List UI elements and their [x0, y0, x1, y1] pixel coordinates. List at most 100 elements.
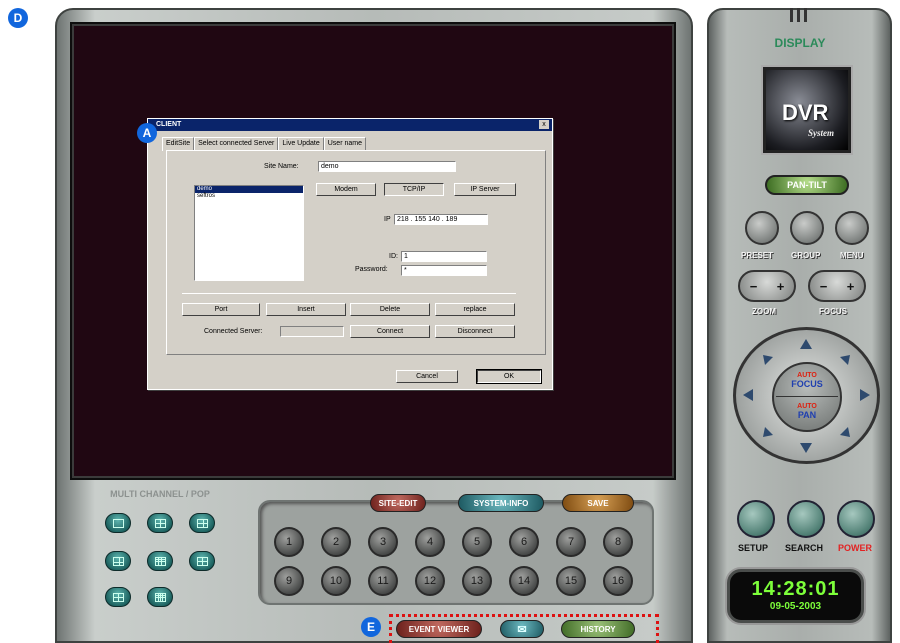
arrow-up-icon[interactable]: [800, 339, 812, 349]
logo-main-text: DVR: [782, 100, 829, 125]
tab-user-name[interactable]: User name: [323, 137, 366, 151]
pan-tilt-button[interactable]: PAN-TILT: [765, 175, 849, 195]
disconnect-button[interactable]: Disconnect: [435, 325, 515, 338]
auto-focus-button[interactable]: AUTO FOCUS: [777, 372, 837, 389]
clock-display: 14:28:01 09-05-2003: [727, 569, 864, 623]
channel-1-button[interactable]: 1: [274, 527, 304, 557]
thirteen-view-icon: [112, 592, 124, 602]
ip-server-button[interactable]: IP Server: [454, 183, 516, 196]
menu-button[interactable]: [835, 211, 869, 245]
tab-live-update[interactable]: Live Update: [278, 137, 324, 151]
arrow-right-icon[interactable]: [860, 389, 870, 401]
nine-view-icon: [154, 556, 166, 566]
arrow-down-icon[interactable]: [800, 443, 812, 453]
id-input[interactable]: 1: [401, 251, 487, 262]
history-button[interactable]: HISTORY: [561, 620, 635, 638]
channel-10-button[interactable]: 10: [321, 566, 351, 596]
system-info-button[interactable]: SYSTEM-INFO: [458, 494, 544, 512]
cancel-button[interactable]: Cancel: [396, 370, 458, 383]
channel-13-button[interactable]: 13: [462, 566, 492, 596]
layout-13-button[interactable]: [105, 587, 131, 607]
list-item[interactable]: demo: [195, 186, 303, 193]
layout-1-button[interactable]: [105, 513, 131, 533]
channel-11-button[interactable]: 11: [368, 566, 398, 596]
site-list[interactable]: demo seftros: [194, 185, 304, 281]
channel-15-button[interactable]: 15: [556, 566, 586, 596]
auto-pan-label-2: PAN: [797, 410, 817, 420]
auto-pan-button[interactable]: AUTO PAN: [777, 403, 837, 420]
layout-10-button[interactable]: [189, 551, 215, 571]
six-view-icon: [196, 518, 208, 528]
tab-editsite[interactable]: EditSite: [162, 137, 195, 151]
mail-button[interactable]: ✉: [500, 620, 544, 638]
channel-16-button[interactable]: 16: [603, 566, 633, 596]
replace-button[interactable]: replace: [435, 303, 515, 316]
event-viewer-button[interactable]: EVENT VIEWER: [396, 620, 482, 638]
zoom-in-button[interactable]: +: [777, 279, 785, 294]
insert-button[interactable]: Insert: [266, 303, 346, 316]
channel-9-button[interactable]: 9: [274, 566, 304, 596]
power-button[interactable]: [837, 500, 875, 538]
save-button[interactable]: SAVE: [562, 494, 634, 512]
dialog-close-button[interactable]: x: [539, 120, 549, 129]
zoom-out-button[interactable]: −: [750, 279, 758, 294]
site-name-input[interactable]: demo: [318, 161, 456, 172]
auto-pan-label-1: AUTO: [797, 403, 817, 410]
layout-8-button[interactable]: [105, 551, 131, 571]
ip-label: IP: [384, 216, 391, 223]
channel-5-button[interactable]: 5: [462, 527, 492, 557]
arrow-down-right-icon[interactable]: [840, 427, 850, 437]
channel-14-button[interactable]: 14: [509, 566, 539, 596]
arrow-up-left-icon[interactable]: [763, 355, 773, 365]
layout-9-button[interactable]: [147, 551, 173, 571]
auto-focus-label-1: AUTO: [797, 372, 817, 379]
tcpip-button[interactable]: TCP/IP: [384, 183, 444, 196]
vent-line: [804, 8, 807, 22]
search-label: SEARCH: [785, 543, 824, 553]
group-button[interactable]: [790, 211, 824, 245]
power-label: POWER: [838, 543, 873, 553]
list-item[interactable]: seftros: [195, 193, 303, 200]
auto-divider: [776, 396, 838, 397]
preset-label: PRESET: [741, 251, 774, 260]
password-input[interactable]: *: [401, 265, 487, 276]
dialog-tabs: EditSite Select connected Server Live Up…: [162, 137, 366, 151]
connect-button[interactable]: Connect: [350, 325, 430, 338]
search-button[interactable]: [787, 500, 825, 538]
setup-label: SETUP: [738, 543, 769, 553]
channel-12-button[interactable]: 12: [415, 566, 445, 596]
focus-plus-button[interactable]: +: [847, 279, 855, 294]
layout-16-button[interactable]: [147, 587, 173, 607]
channel-4-button[interactable]: 4: [415, 527, 445, 557]
menu-label: MENU: [840, 251, 864, 260]
channel-6-button[interactable]: 6: [509, 527, 539, 557]
port-button[interactable]: Port: [182, 303, 260, 316]
channel-7-button[interactable]: 7: [556, 527, 586, 557]
modem-button[interactable]: Modem: [316, 183, 376, 196]
ten-view-icon: [196, 556, 208, 566]
arrow-down-left-icon[interactable]: [763, 427, 773, 437]
setup-button[interactable]: [737, 500, 775, 538]
eight-view-icon: [112, 556, 124, 566]
preset-button[interactable]: [745, 211, 779, 245]
ok-button[interactable]: OK: [476, 369, 542, 384]
focus-control: − +: [808, 270, 866, 302]
zoom-control: − +: [738, 270, 796, 302]
channel-3-button[interactable]: 3: [368, 527, 398, 557]
focus-minus-button[interactable]: −: [820, 279, 828, 294]
layout-4-button[interactable]: [147, 513, 173, 533]
arrow-up-right-icon[interactable]: [840, 355, 850, 365]
channel-8-button[interactable]: 8: [603, 527, 633, 557]
delete-button[interactable]: Delete: [350, 303, 430, 316]
sixteen-view-icon: [154, 592, 166, 602]
focus-label: FOCUS: [819, 307, 847, 316]
ip-address-input[interactable]: 218 . 155 140 . 189: [394, 214, 488, 225]
layout-6-button[interactable]: [189, 513, 215, 533]
connected-server-field: [280, 326, 344, 337]
channel-2-button[interactable]: 2: [321, 527, 351, 557]
tab-select-server[interactable]: Select connected Server: [194, 137, 279, 151]
site-edit-button[interactable]: SITE-EDIT: [370, 494, 426, 512]
password-label: Password:: [355, 266, 388, 273]
arrow-left-icon[interactable]: [743, 389, 753, 401]
badge-d: D: [8, 8, 28, 28]
